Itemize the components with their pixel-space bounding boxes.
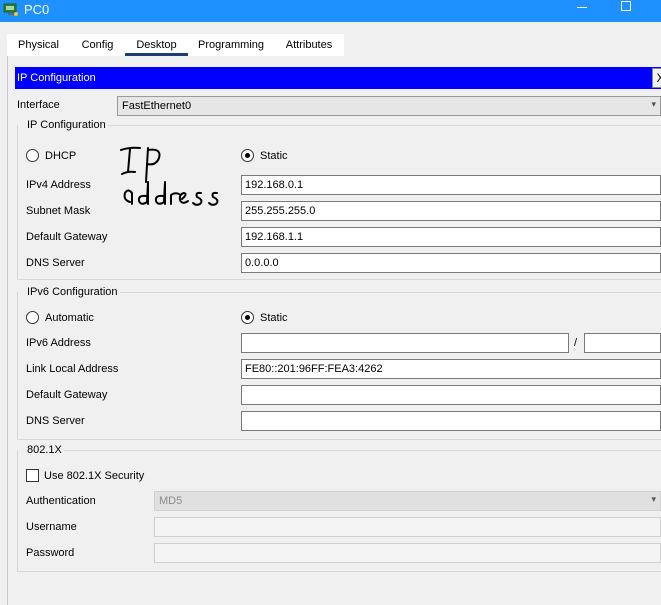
ipv4-section-rule bbox=[104, 125, 661, 126]
chevron-down-icon: ▾ bbox=[651, 494, 656, 504]
link-local-address-label: Link Local Address bbox=[26, 363, 119, 375]
ipv6-address-label: IPv6 Address bbox=[26, 337, 91, 349]
ipv4-address-label: IPv4 Address bbox=[26, 179, 91, 191]
interface-select[interactable]: FastEthernet0 ▾ bbox=[117, 96, 661, 116]
maximize-button[interactable] bbox=[621, 1, 631, 11]
automatic-label: Automatic bbox=[45, 312, 94, 324]
automatic-radio[interactable] bbox=[26, 311, 39, 324]
tab-desktop[interactable]: Desktop bbox=[125, 34, 188, 56]
dhcp-radio[interactable] bbox=[26, 149, 39, 162]
ip-configuration-header: IP Configuration X bbox=[15, 67, 661, 89]
ipv6-prefix-field[interactable] bbox=[584, 333, 661, 353]
ipv6-dns-server-field[interactable] bbox=[241, 411, 661, 431]
static-ipv4-label: Static bbox=[260, 150, 288, 162]
prefix-separator: / bbox=[574, 337, 578, 349]
interface-value: FastEthernet0 bbox=[122, 100, 192, 112]
dot1x-section-title: 802.1X bbox=[25, 444, 64, 456]
use-8021x-checkbox[interactable] bbox=[26, 469, 39, 482]
dhcp-label: DHCP bbox=[45, 150, 77, 162]
tab-bar: Physical Config Desktop Programming Attr… bbox=[7, 34, 661, 56]
ipv4-section-title: IP Configuration bbox=[25, 119, 108, 131]
ipv6-default-gateway-field[interactable] bbox=[241, 385, 661, 405]
tab-config[interactable]: Config bbox=[70, 34, 125, 56]
pc-app-icon bbox=[3, 3, 19, 20]
minimize-button[interactable] bbox=[577, 7, 587, 8]
password-label: Password bbox=[26, 547, 75, 559]
close-button[interactable]: X bbox=[652, 68, 661, 88]
subnet-mask-field[interactable]: 255.255.255.0 bbox=[241, 201, 661, 221]
authentication-label: Authentication bbox=[26, 495, 96, 507]
use-8021x-label: Use 802.1X Security bbox=[44, 470, 145, 482]
ipv4-address-field[interactable]: 192.168.0.1 bbox=[241, 175, 661, 195]
ipv6-dns-server-label: DNS Server bbox=[26, 415, 85, 427]
username-label: Username bbox=[26, 521, 77, 533]
window-titlebar: PC0 bbox=[0, 0, 661, 22]
tab-programming[interactable]: Programming bbox=[188, 34, 274, 56]
link-local-address-field[interactable]: FE80::201:96FF:FEA3:4262 bbox=[241, 359, 661, 379]
dns-server-label: DNS Server bbox=[26, 257, 85, 269]
tab-attributes[interactable]: Attributes bbox=[274, 34, 344, 56]
window-title: PC0 bbox=[24, 2, 50, 17]
tab-physical[interactable]: Physical bbox=[7, 34, 70, 56]
ipv6-address-field[interactable] bbox=[241, 333, 569, 353]
static-ipv4-radio[interactable] bbox=[241, 149, 254, 162]
default-gateway-label: Default Gateway bbox=[26, 231, 108, 243]
static-ipv6-label: Static bbox=[260, 312, 288, 324]
interface-label: Interface bbox=[17, 99, 60, 111]
chevron-down-icon: ▾ bbox=[651, 99, 656, 109]
authentication-select[interactable]: MD5 ▾ bbox=[154, 491, 661, 511]
static-ipv6-radio[interactable] bbox=[241, 311, 254, 324]
ipv6-section-title: IPv6 Configuration bbox=[25, 286, 120, 298]
default-gateway-field[interactable]: 192.168.1.1 bbox=[241, 227, 661, 247]
dot1x-section-rule bbox=[62, 450, 661, 451]
password-field[interactable] bbox=[154, 543, 661, 563]
dns-server-field[interactable]: 0.0.0.0 bbox=[241, 253, 661, 273]
handwritten-ip-address-annotation bbox=[118, 144, 228, 219]
header-title: IP Configuration bbox=[17, 72, 96, 84]
ipv6-section-rule bbox=[116, 292, 661, 293]
authentication-value: MD5 bbox=[159, 495, 183, 507]
username-field[interactable] bbox=[154, 517, 661, 537]
subnet-mask-label: Subnet Mask bbox=[26, 205, 91, 217]
ipv6-default-gateway-label: Default Gateway bbox=[26, 389, 108, 401]
